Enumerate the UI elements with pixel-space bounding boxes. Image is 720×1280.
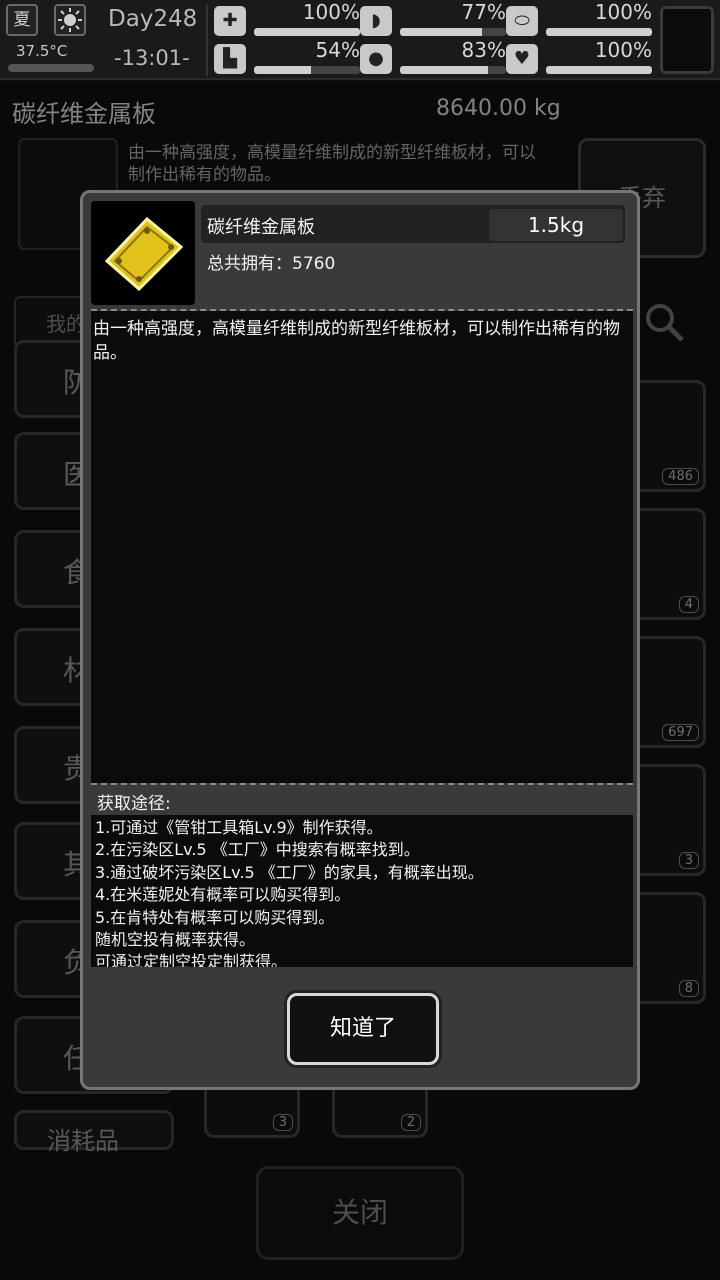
hunger-value: 77% <box>461 0 506 24</box>
item-weight: 1.5kg <box>489 209 623 241</box>
stamina-bar <box>254 66 312 74</box>
day-counter: Day248 <box>108 6 198 32</box>
carbon-plate-icon <box>104 216 184 292</box>
health-value: 100% <box>302 0 360 24</box>
mood-value: 100% <box>594 38 652 62</box>
stomach-icon: ◗ <box>360 6 392 36</box>
source-item: 5.在肯特处有概率可以购买得到。 <box>95 907 335 927</box>
source-item: 可通过定制空投定制获得。 <box>95 952 288 967</box>
water-drop-icon: ● <box>360 44 392 74</box>
item-thumbnail <box>91 201 195 305</box>
heart-icon: ♥ <box>506 44 538 74</box>
source-item: 2.在污染区Lv.5 《工厂》中搜索有概率找到。 <box>95 840 420 860</box>
source-title: 获取途径: <box>97 794 171 814</box>
source-list[interactable]: 1.可通过《管钳工具箱Lv.9》制作获得。 2.在污染区Lv.5 《工厂》中搜索… <box>91 815 633 967</box>
thirst-bar <box>400 66 488 74</box>
hunger-stat: ◗ 77% <box>360 0 508 38</box>
ok-button[interactable]: 知道了 <box>287 993 439 1065</box>
source-item: 随机空投有概率获得。 <box>95 930 256 950</box>
health-bar <box>254 28 360 36</box>
thirst-value: 83% <box>461 38 506 62</box>
boot-icon: ▙ <box>214 44 246 74</box>
source-item: 4.在米莲妮处有概率可以购买得到。 <box>95 885 351 905</box>
season-indicator: 夏 <box>6 4 38 36</box>
mood-bar <box>546 66 652 74</box>
pill-icon: ⬭ <box>506 6 538 36</box>
description-panel <box>91 311 633 783</box>
medicine-value: 100% <box>594 0 652 24</box>
source-item: 1.可通过《管钳工具箱Lv.9》制作获得。 <box>95 818 383 837</box>
hunger-bar <box>400 28 482 36</box>
mood-stat: ♥ 100% <box>506 38 654 76</box>
stamina-stat: ▙ 54% <box>214 38 362 76</box>
health-stat: ✚ 100% <box>214 0 362 38</box>
item-name: 碳纤维金属板 <box>207 217 315 238</box>
menu-button[interactable] <box>660 6 714 74</box>
item-description: 由一种高强度，高模量纤维制成的新型纤维板材，可以制作出稀有的物品。 <box>93 319 620 363</box>
sun-icon <box>54 4 86 36</box>
stamina-value: 54% <box>315 38 360 62</box>
medicine-bar <box>546 28 652 36</box>
game-clock: -13:01- <box>114 46 190 70</box>
status-divider <box>206 4 208 76</box>
temperature-bar <box>8 64 94 72</box>
medicine-stat: ⬭ 100% <box>506 0 654 38</box>
thirst-stat: ● 83% <box>360 38 508 76</box>
source-item: 3.通过破坏污染区Lv.5 《工厂》的家具，有概率出现。 <box>95 862 484 882</box>
owned-count: 总共拥有：5760 <box>207 254 336 274</box>
temperature-gauge: 37.5°C <box>6 42 98 76</box>
divider <box>91 783 633 785</box>
medkit-icon: ✚ <box>214 6 246 36</box>
temperature-value: 37.5°C <box>16 42 68 60</box>
status-bar: 夏 37.5°C Day248 -13:01- ✚ 100% ◗ 77% ⬭ 1… <box>0 0 720 80</box>
item-detail-dialog: 碳纤维金属板 1.5kg 总共拥有：5760 由一种高强度，高模量纤维制成的新型… <box>80 190 640 1090</box>
